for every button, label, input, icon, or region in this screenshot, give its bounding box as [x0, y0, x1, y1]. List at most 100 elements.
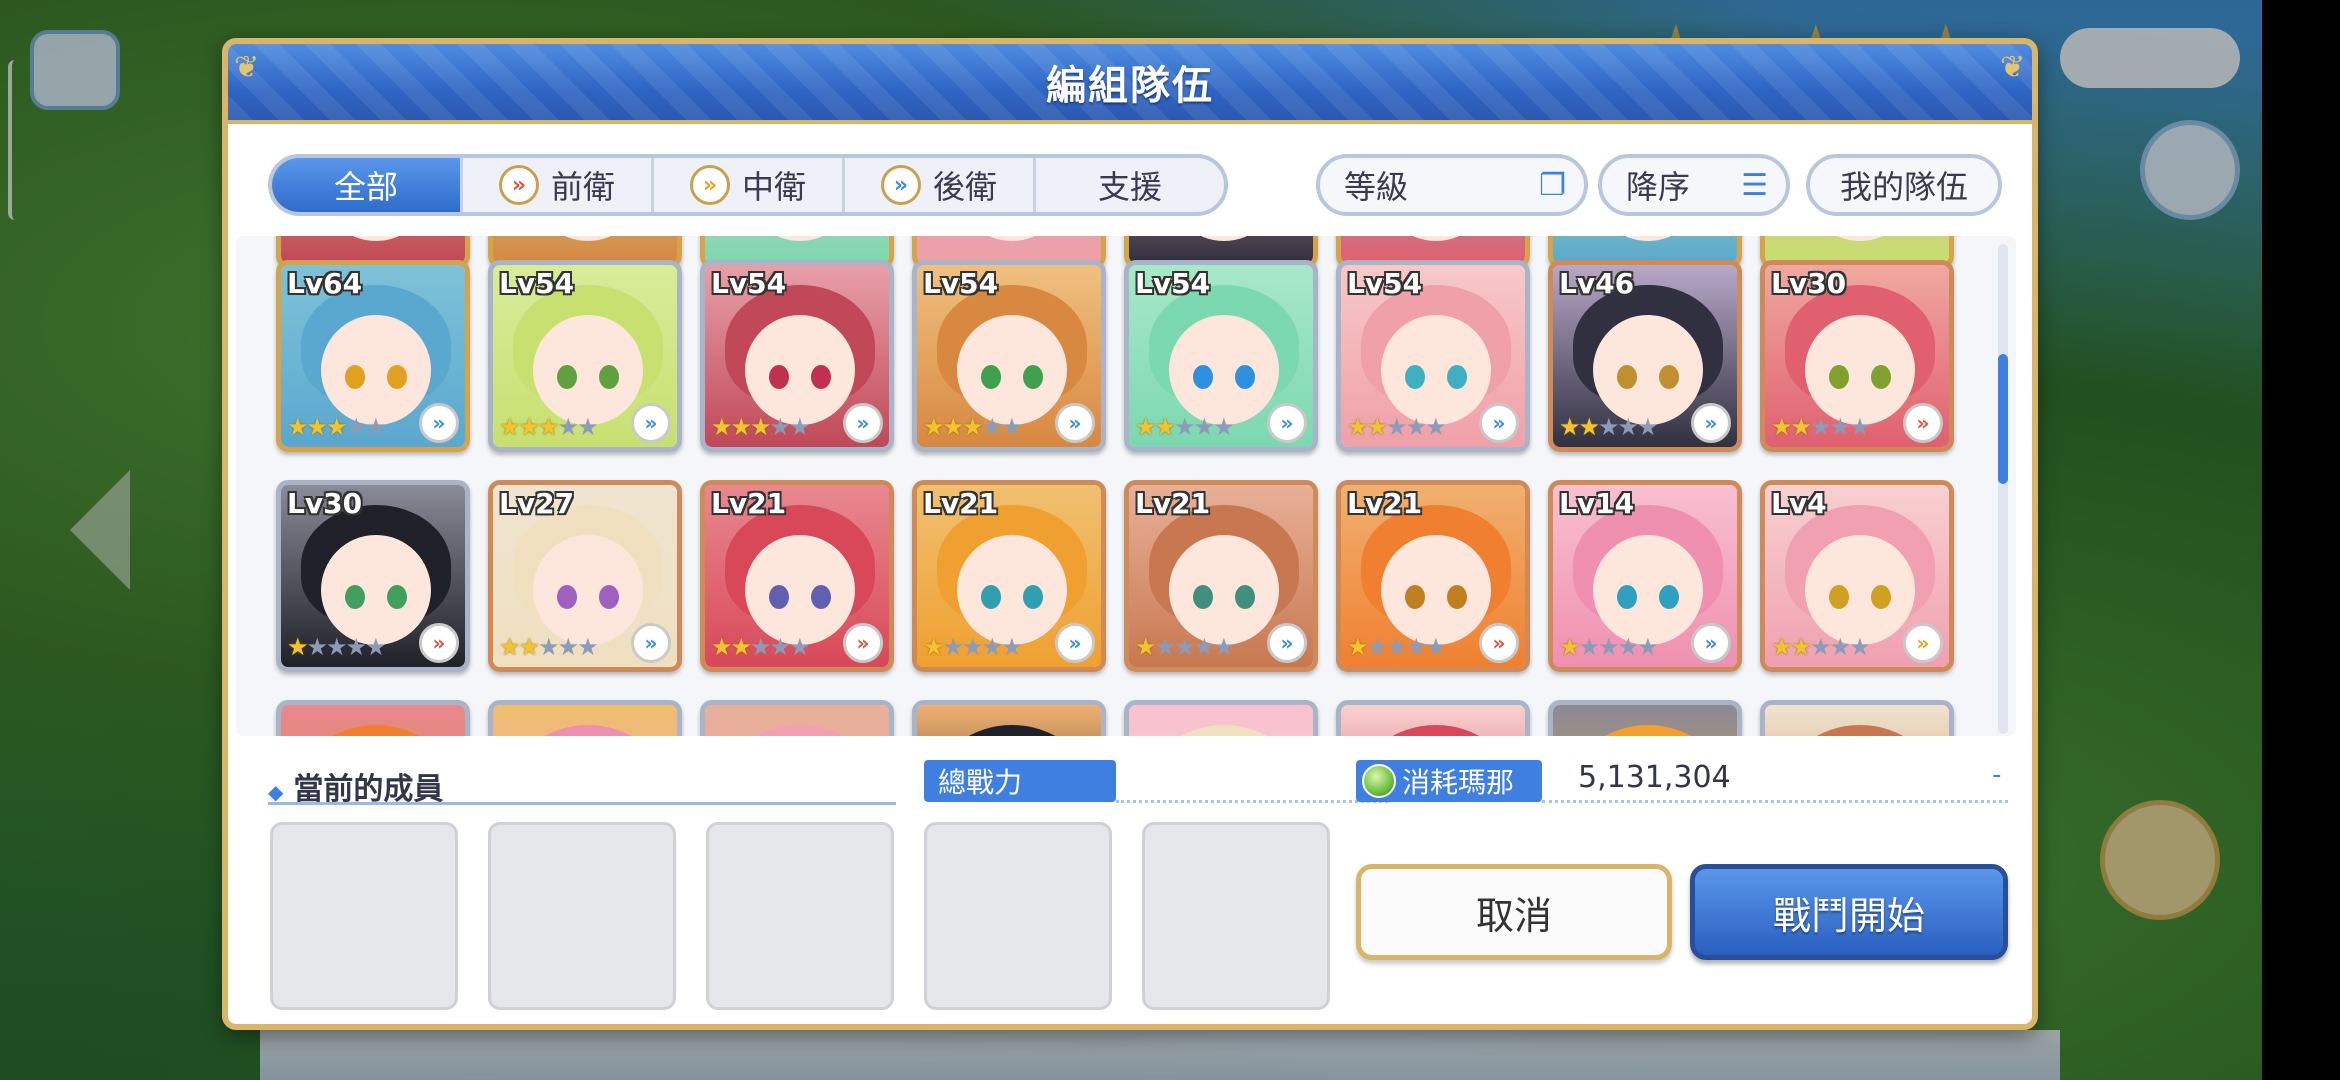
- character-card[interactable]: Lv21 ★★★★★»: [700, 480, 894, 672]
- tab-middle[interactable]: » 中衛: [654, 158, 845, 212]
- character-card[interactable]: Lv4 ★★★★★»: [1760, 480, 1954, 672]
- star-rating: ★★★★★: [1135, 633, 1235, 661]
- member-slot-1[interactable]: [270, 822, 458, 1010]
- character-card[interactable]: [276, 700, 470, 736]
- star-icon: ★: [981, 413, 1003, 441]
- star-icon: ★: [1425, 413, 1446, 441]
- star-icon: ★: [287, 633, 308, 661]
- position-filter-tabs: 全部 » 前衛 » 中衛 » 後衛 支援: [268, 154, 1228, 216]
- character-card[interactable]: Lv54 ★★★★★»: [700, 260, 894, 452]
- character-card[interactable]: Lv14 ★★★★★»: [1548, 480, 1742, 672]
- diamond-icon: ◆: [268, 780, 284, 804]
- character-card[interactable]: [1124, 700, 1318, 736]
- star-icon: ★: [557, 633, 579, 661]
- star-icon: ★: [557, 413, 579, 441]
- star-rating: ★★★★★: [1347, 633, 1447, 661]
- character-card[interactable]: Lv54 ★★★★★»: [1336, 260, 1530, 452]
- character-level: Lv4: [1771, 487, 1827, 520]
- dialog-header: ❦ 編組隊伍 ❦: [228, 44, 2032, 124]
- sort-descending-icon: ☰: [1741, 167, 1768, 203]
- character-level: Lv27: [499, 487, 575, 520]
- character-card[interactable]: [488, 700, 682, 736]
- tab-all[interactable]: 全部: [272, 158, 463, 212]
- start-battle-button[interactable]: 戰鬥開始: [1690, 864, 2008, 960]
- tab-label: 中衛: [741, 168, 806, 206]
- star-icon: ★: [287, 413, 308, 441]
- back-role-icon: »: [631, 623, 671, 663]
- character-card[interactable]: [912, 700, 1106, 736]
- ornament-icon: ❦: [2000, 50, 2026, 85]
- star-icon: ★: [1135, 633, 1156, 661]
- star-icon: ★: [1637, 413, 1658, 441]
- character-card[interactable]: Lv21 ★★★★★»: [1336, 480, 1530, 672]
- character-card[interactable]: [1336, 700, 1530, 736]
- back-role-icon: »: [843, 403, 883, 443]
- back-role-icon: »: [1055, 623, 1095, 663]
- sort-order-button[interactable]: 降序 ☰: [1598, 154, 1790, 216]
- team-formation-dialog: ❦ 編組隊伍 ❦ 全部 » 前衛 » 中衛 » 後衛 支援 等級 ❐ 降序 ☰ …: [222, 38, 2038, 1030]
- character-level: Lv54: [1135, 267, 1211, 300]
- front-role-icon: »: [419, 623, 459, 663]
- star-rating: ★★★★★: [499, 413, 599, 441]
- tab-back[interactable]: » 後衛: [845, 158, 1036, 212]
- star-icon: ★: [365, 633, 386, 661]
- character-portrait: [1129, 236, 1313, 263]
- character-card[interactable]: Lv21 ★★★★★»: [1124, 480, 1318, 672]
- star-icon: ★: [345, 633, 367, 661]
- character-card[interactable]: Lv30 ★★★★★»: [276, 480, 470, 672]
- divider: [1542, 800, 2008, 803]
- my-team-button[interactable]: 我的隊伍: [1806, 154, 2002, 216]
- star-icon: ★: [499, 413, 520, 441]
- star-icon: ★: [1829, 633, 1851, 661]
- character-card[interactable]: Lv64 ★★★★★»: [276, 260, 470, 452]
- back-role-icon: »: [1691, 623, 1731, 663]
- star-rating: ★★★★★: [287, 413, 387, 441]
- grid-scrollbar[interactable]: [1998, 244, 2008, 734]
- cancel-button[interactable]: 取消: [1356, 864, 1672, 960]
- total-power-label: 總戰力: [924, 760, 1116, 802]
- back-role-icon: »: [1479, 403, 1519, 443]
- star-rating: ★★★★★: [1771, 413, 1871, 441]
- member-slot-5[interactable]: [1142, 822, 1330, 1010]
- star-icon: ★: [538, 633, 559, 661]
- character-card[interactable]: Lv54 ★★★★★»: [488, 260, 682, 452]
- character-card[interactable]: Lv54 ★★★★★»: [912, 260, 1106, 452]
- character-card[interactable]: [700, 700, 894, 736]
- member-slot-4[interactable]: [924, 822, 1112, 1010]
- star-icon: ★: [577, 413, 598, 441]
- star-icon: ★: [1578, 413, 1600, 441]
- character-card[interactable]: [1548, 700, 1742, 736]
- character-portrait: [493, 705, 677, 736]
- star-icon: ★: [1347, 633, 1368, 661]
- star-icon: ★: [1213, 633, 1234, 661]
- star-icon: ★: [499, 633, 520, 661]
- character-card[interactable]: Lv46 ★★★★★»: [1548, 260, 1742, 452]
- character-card[interactable]: Lv21 ★★★★★»: [912, 480, 1106, 672]
- star-icon: ★: [1425, 633, 1446, 661]
- sort-level-button[interactable]: 等級 ❐: [1316, 154, 1588, 216]
- star-icon: ★: [923, 633, 944, 661]
- scroll-thumb[interactable]: [1998, 354, 2008, 484]
- mana-cost-text: 消耗瑪那: [1402, 766, 1515, 799]
- star-icon: ★: [1001, 413, 1022, 441]
- star-icon: ★: [1193, 413, 1215, 441]
- star-icon: ★: [1001, 633, 1022, 661]
- member-slot-3[interactable]: [706, 822, 894, 1010]
- character-level: Lv46: [1559, 267, 1635, 300]
- tab-front[interactable]: » 前衛: [463, 158, 654, 212]
- window-icon: ❐: [1539, 167, 1566, 203]
- front-role-icon: »: [1903, 403, 1943, 443]
- middle-role-icon: »: [1903, 623, 1943, 663]
- character-card[interactable]: Lv27 ★★★★★»: [488, 480, 682, 672]
- back-position-icon: »: [880, 165, 921, 205]
- tab-support[interactable]: 支援: [1036, 158, 1224, 212]
- character-card[interactable]: [1760, 700, 1954, 736]
- character-level: Lv21: [711, 487, 787, 520]
- star-icon: ★: [1366, 633, 1388, 661]
- character-card[interactable]: Lv30 ★★★★★»: [1760, 260, 1954, 452]
- character-level: Lv54: [711, 267, 787, 300]
- member-slot-2[interactable]: [488, 822, 676, 1010]
- mana-cost-label: 消耗瑪那: [1356, 760, 1542, 802]
- character-card[interactable]: Lv54 ★★★★★»: [1124, 260, 1318, 452]
- star-icon: ★: [326, 633, 347, 661]
